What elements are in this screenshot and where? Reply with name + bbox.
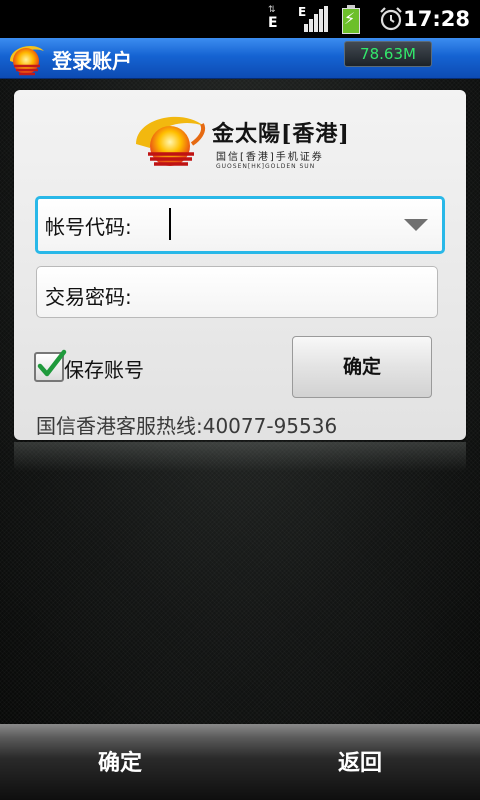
trade-password-label: 交易密码: <box>45 285 132 309</box>
battery-charging-icon: ⚡ <box>342 5 360 34</box>
account-code-field[interactable]: 帐号代码: <box>35 196 445 254</box>
trade-password-field[interactable]: 交易密码: <box>36 266 438 318</box>
login-card: 金太陽[香港] 国信[香港]手机证券 GUOSEN[HK]GOLDEN SUN … <box>14 90 466 440</box>
check-mark-icon <box>37 349 67 377</box>
signal-strength-icon <box>304 6 328 32</box>
remember-account-label[interactable]: 保存账号 <box>64 354 144 383</box>
golden-sun-logo-icon <box>10 46 44 76</box>
data-activity-indicator: ⇅ E <box>268 5 278 32</box>
account-code-label: 帐号代码: <box>45 215 132 239</box>
brand-name: 金太陽[香港] <box>212 121 350 147</box>
card-reflection <box>14 442 466 472</box>
bottom-back-button[interactable]: 返回 <box>240 724 480 800</box>
remember-account-checkbox[interactable] <box>34 349 67 382</box>
confirm-login-button[interactable]: 确定 <box>292 336 432 398</box>
status-bar: ⇅ E E ⚡ 17:28 <box>0 0 480 38</box>
brand-subtitle: 国信[香港]手机证券 <box>216 152 324 163</box>
network-type-label: E <box>268 15 278 31</box>
status-clock: 17:28 <box>403 7 470 31</box>
customer-service-hotline: 国信香港客服热线:40077-95536 <box>36 414 338 438</box>
bottom-action-bar: 确定 返回 <box>0 724 480 800</box>
alarm-clock-icon <box>380 7 402 31</box>
brand-english-name: GUOSEN[HK]GOLDEN SUN <box>216 163 316 170</box>
data-arrows-icon: ⇅ <box>268 5 276 15</box>
memory-usage-badge: 78.63M <box>344 41 432 67</box>
text-cursor <box>169 208 171 240</box>
account-dropdown-arrow-icon[interactable] <box>404 219 428 231</box>
golden-sun-brand-logo-icon <box>136 116 205 166</box>
bottom-confirm-button[interactable]: 确定 <box>0 724 240 800</box>
title-bar: 登录账户 78.63M <box>0 38 480 79</box>
page-title: 登录账户 <box>52 49 132 73</box>
